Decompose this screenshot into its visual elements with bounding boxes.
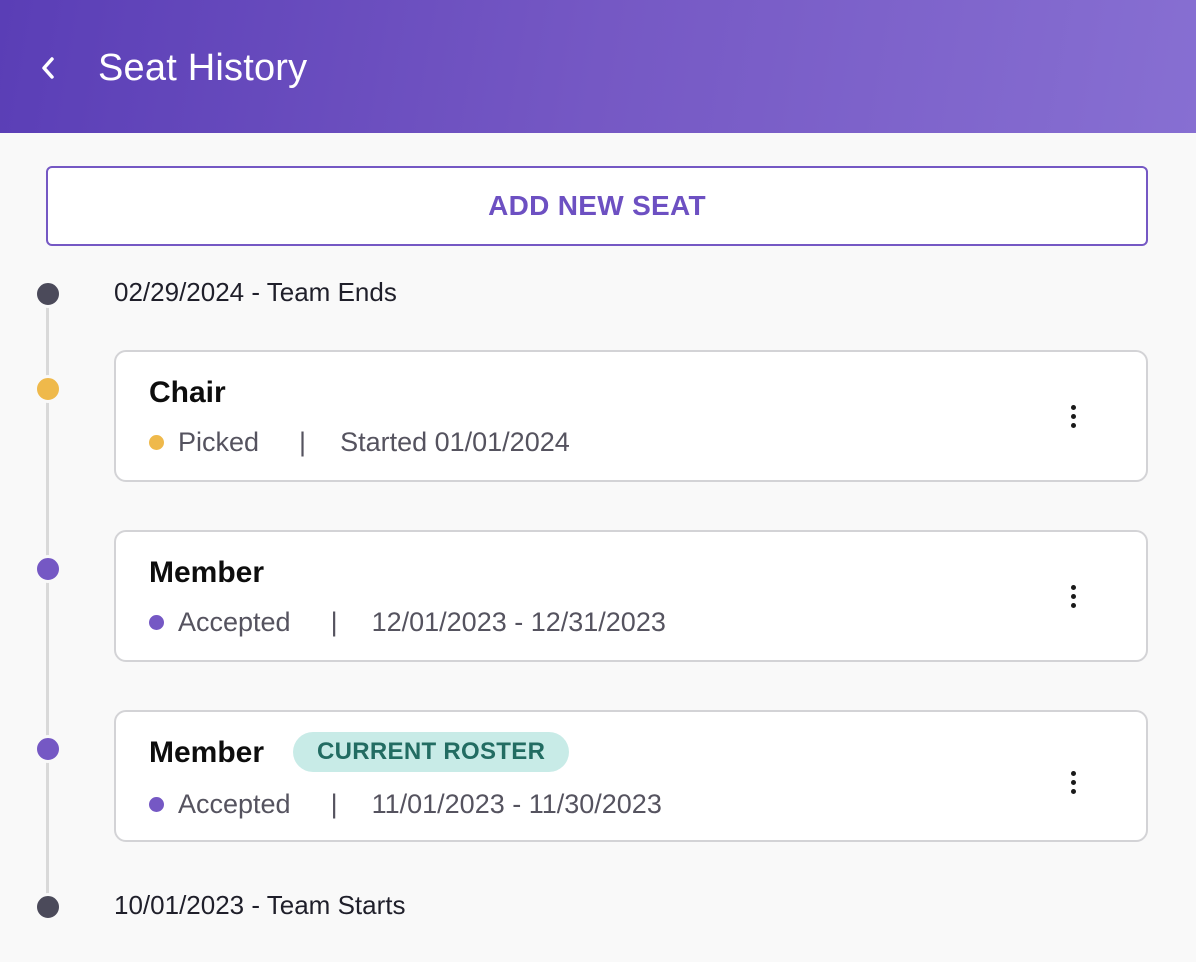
timeline-start-dot (34, 893, 62, 921)
seat-status-row: Accepted | 11/01/2023 - 11/30/2023 (149, 786, 662, 822)
current-roster-badge: CURRENT ROSTER (293, 732, 570, 772)
timeline-end-label: 02/29/2024 - Team Ends (114, 277, 397, 307)
back-button[interactable] (28, 44, 68, 92)
seat-card[interactable]: Member CURRENT ROSTER Accepted | 11/01/2… (114, 710, 1148, 842)
seat-role: Member (149, 556, 265, 589)
more-vert-icon[interactable] (1056, 760, 1090, 804)
seat-dates: 11/01/2023 - 11/30/2023 (371, 788, 662, 819)
page-title: Seat History (98, 47, 308, 89)
timeline-seat-dot (34, 735, 62, 763)
status-dot-icon (149, 614, 164, 630)
seat-status: Accepted (178, 606, 291, 637)
add-new-seat-button[interactable]: ADD NEW SEAT (46, 166, 1148, 246)
status-dot-icon (149, 434, 164, 450)
separator: | (299, 426, 307, 457)
chevron-left-icon (42, 57, 54, 79)
seat-status: Picked (178, 426, 260, 457)
timeline-end-dot (34, 280, 62, 308)
status-dot-icon (149, 796, 164, 812)
seat-status-row: Accepted | 12/01/2023 - 12/31/2023 (149, 604, 666, 640)
seat-status-row: Picked | Started 01/01/2024 (149, 424, 570, 460)
separator: | (330, 606, 338, 637)
seat-card[interactable]: Chair Picked | Started 01/01/2024 (114, 350, 1148, 482)
app-header: Seat History (0, 0, 1196, 133)
more-vert-icon[interactable] (1056, 394, 1090, 438)
seat-dates: Started 01/01/2024 (340, 426, 570, 457)
timeline-start-label: 10/01/2023 - Team Starts (114, 890, 406, 920)
seat-status: Accepted (178, 788, 291, 819)
more-vert-icon[interactable] (1056, 574, 1090, 618)
timeline-seat-dot (34, 555, 62, 583)
seat-card[interactable]: Member Accepted | 12/01/2023 - 12/31/202… (114, 530, 1148, 662)
seat-role: Member (149, 736, 265, 769)
seat-role: Chair (149, 376, 226, 409)
seat-dates: 12/01/2023 - 12/31/2023 (371, 606, 666, 637)
separator: | (330, 788, 338, 819)
timeline-seat-dot (34, 375, 62, 403)
